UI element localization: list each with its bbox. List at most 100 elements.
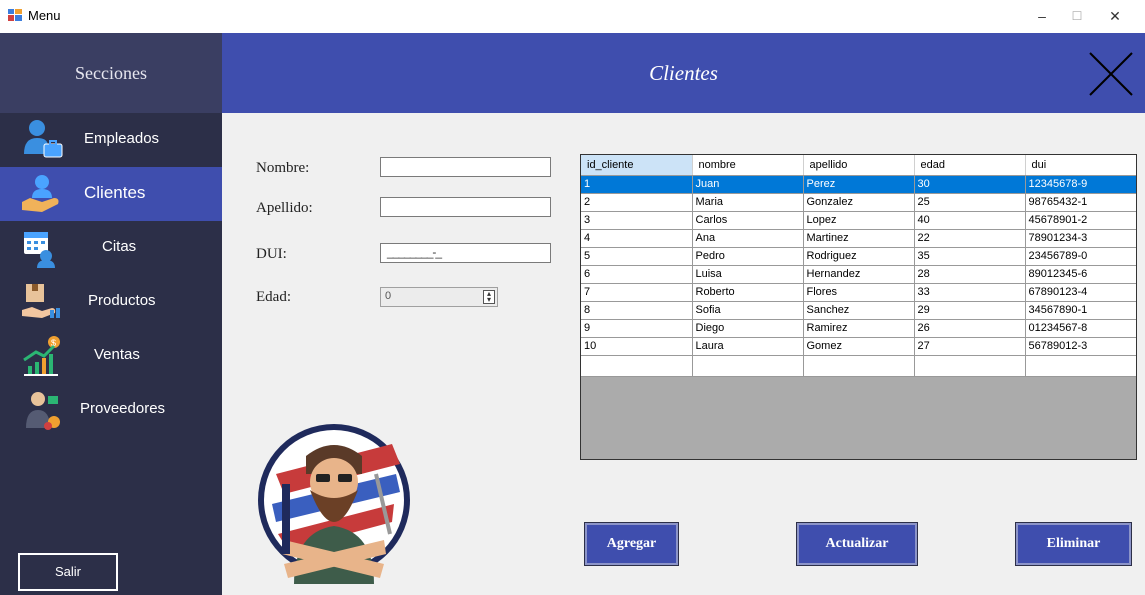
table-cell-dui[interactable]: 12345678-9 (1025, 175, 1136, 194)
table-cell-apellido[interactable]: Sanchez (803, 301, 915, 320)
table-cell-nombre[interactable]: Carlos (692, 211, 804, 230)
edad-stepper[interactable]: 0 ▴ ▾ (380, 287, 498, 307)
table-row[interactable]: 3 Carlos Lopez 40 45678901-2 (581, 211, 1136, 230)
minimize-button[interactable]: – (1027, 5, 1057, 27)
column-header-id-cliente[interactable]: id_cliente (581, 155, 693, 176)
table-cell-edad[interactable]: 22 (914, 229, 1026, 248)
column-header-nombre[interactable]: nombre (692, 155, 804, 176)
table-cell-edad[interactable]: 33 (914, 283, 1026, 302)
close-icon[interactable] (1088, 51, 1134, 97)
table-cell-apellido[interactable]: Rodriguez (803, 247, 915, 266)
table-cell-dui[interactable]: 78901234-3 (1025, 229, 1136, 248)
table-cell-nombre[interactable]: Sofia (692, 301, 804, 320)
table-cell-apellido[interactable]: Lopez (803, 211, 915, 230)
table-row[interactable]: 8 Sofia Sanchez 29 34567890-1 (581, 301, 1136, 320)
table-new-row[interactable] (581, 355, 1136, 377)
table-cell-apellido[interactable]: Gomez (803, 337, 915, 356)
table-cell-dui[interactable]: 89012345-6 (1025, 265, 1136, 284)
sidebar-item-label: Proveedores (80, 400, 166, 417)
table-cell-nombre[interactable]: Roberto (692, 283, 804, 302)
table-cell-apellido[interactable]: Perez (803, 175, 915, 194)
sidebar-item-proveedores[interactable]: Proveedores (0, 383, 222, 437)
table-cell-edad[interactable]: 26 (914, 319, 1026, 338)
column-header-apellido[interactable]: apellido (803, 155, 915, 176)
nombre-field[interactable] (380, 157, 551, 177)
table-row[interactable]: 1 Juan Perez 30 12345678-9 (581, 175, 1136, 194)
sidebar-item-clientes[interactable]: Clientes (0, 167, 222, 221)
clientes-table[interactable]: id_cliente nombre apellido edad dui 1 Jua… (580, 154, 1137, 460)
table-cell-apellido[interactable]: Ramirez (803, 319, 915, 338)
table-cell-dui[interactable]: 45678901-2 (1025, 211, 1136, 230)
table-cell-id-cliente[interactable]: 4 (581, 229, 693, 248)
column-header-dui[interactable]: dui (1025, 155, 1136, 176)
table-cell-nombre[interactable]: Diego (692, 319, 804, 338)
table-cell-dui[interactable]: 56789012-3 (1025, 337, 1136, 356)
table-cell-edad[interactable]: 28 (914, 265, 1026, 284)
table-cell-edad[interactable]: 27 (914, 337, 1026, 356)
page-header: Clientes (222, 33, 1145, 113)
table-cell-dui[interactable]: 23456789-0 (1025, 247, 1136, 266)
table-cell-id-cliente[interactable]: 5 (581, 247, 693, 266)
table-row[interactable]: 9 Diego Ramirez 26 01234567-8 (581, 319, 1136, 338)
sidebar-item-empleados[interactable]: Empleados (0, 113, 222, 167)
table-cell-id-cliente[interactable]: 7 (581, 283, 693, 302)
table-row[interactable]: 6 Luisa Hernandez 28 89012345-6 (581, 265, 1136, 284)
table-cell-apellido[interactable]: Gonzalez (803, 193, 915, 212)
close-window-button[interactable]: ✕ (1100, 5, 1130, 27)
window-titlebar: Menu – ☐ ✕ (0, 0, 1145, 33)
actualizar-button[interactable]: Actualizar (796, 522, 918, 566)
apellido-field[interactable] (380, 197, 551, 217)
table-cell-id-cliente[interactable]: 9 (581, 319, 693, 338)
table-row[interactable]: 5 Pedro Rodriguez 35 23456789-0 (581, 247, 1136, 266)
table-cell-edad[interactable]: 30 (914, 175, 1026, 194)
table-cell-apellido[interactable]: Martinez (803, 229, 915, 248)
table-cell-nombre[interactable]: Maria (692, 193, 804, 212)
table-empty-cell[interactable] (1025, 355, 1136, 377)
table-cell-edad[interactable]: 25 (914, 193, 1026, 212)
table-row[interactable]: 2 Maria Gonzalez 25 98765432-1 (581, 193, 1136, 212)
sidebar-item-productos[interactable]: Productos (0, 275, 222, 329)
table-cell-nombre[interactable]: Pedro (692, 247, 804, 266)
agregar-button[interactable]: Agregar (584, 522, 679, 566)
column-header-edad[interactable]: edad (914, 155, 1026, 176)
table-empty-cell[interactable] (803, 355, 915, 377)
table-cell-nombre[interactable]: Luisa (692, 265, 804, 284)
table-cell-dui[interactable]: 67890123-4 (1025, 283, 1136, 302)
eliminar-button[interactable]: Eliminar (1015, 522, 1132, 566)
table-cell-id-cliente[interactable]: 8 (581, 301, 693, 320)
table-cell-dui[interactable]: 34567890-1 (1025, 301, 1136, 320)
table-cell-edad[interactable]: 35 (914, 247, 1026, 266)
edad-value: 0 (385, 290, 392, 302)
table-cell-id-cliente[interactable]: 1 (581, 175, 693, 194)
sidebar-item-ventas[interactable]: $ Ventas (0, 329, 222, 383)
sidebar-item-label: Ventas (94, 346, 140, 363)
nombre-label: Nombre: (256, 160, 310, 176)
table-row[interactable]: 7 Roberto Flores 33 67890123-4 (581, 283, 1136, 302)
table-cell-id-cliente[interactable]: 2 (581, 193, 693, 212)
dui-field[interactable]: ________-_ (380, 243, 551, 263)
table-cell-apellido[interactable]: Flores (803, 283, 915, 302)
table-cell-dui[interactable]: 98765432-1 (1025, 193, 1136, 212)
table-cell-id-cliente[interactable]: 3 (581, 211, 693, 230)
sidebar-item-citas[interactable]: Citas (0, 221, 222, 275)
table-row[interactable]: 4 Ana Martinez 22 78901234-3 (581, 229, 1136, 248)
page-title: Clientes (649, 61, 718, 85)
sidebar-item-label: Citas (102, 238, 137, 255)
maximize-button[interactable]: ☐ (1062, 5, 1092, 27)
table-cell-edad[interactable]: 29 (914, 301, 1026, 320)
table-cell-nombre[interactable]: Laura (692, 337, 804, 356)
table-cell-dui[interactable]: 01234567-8 (1025, 319, 1136, 338)
table-row[interactable]: 10 Laura Gomez 27 56789012-3 (581, 337, 1136, 356)
table-cell-nombre[interactable]: Juan (692, 175, 804, 194)
salir-button[interactable]: Salir (18, 553, 118, 591)
window-title: Menu (28, 8, 61, 23)
table-cell-nombre[interactable]: Ana (692, 229, 804, 248)
table-empty-cell[interactable] (581, 355, 693, 377)
table-cell-apellido[interactable]: Hernandez (803, 265, 915, 284)
spin-arrows-icon[interactable]: ▴ ▾ (483, 290, 495, 304)
table-empty-cell[interactable] (692, 355, 804, 377)
table-cell-id-cliente[interactable]: 10 (581, 337, 693, 356)
table-cell-id-cliente[interactable]: 6 (581, 265, 693, 284)
table-cell-edad[interactable]: 40 (914, 211, 1026, 230)
table-empty-cell[interactable] (914, 355, 1026, 377)
